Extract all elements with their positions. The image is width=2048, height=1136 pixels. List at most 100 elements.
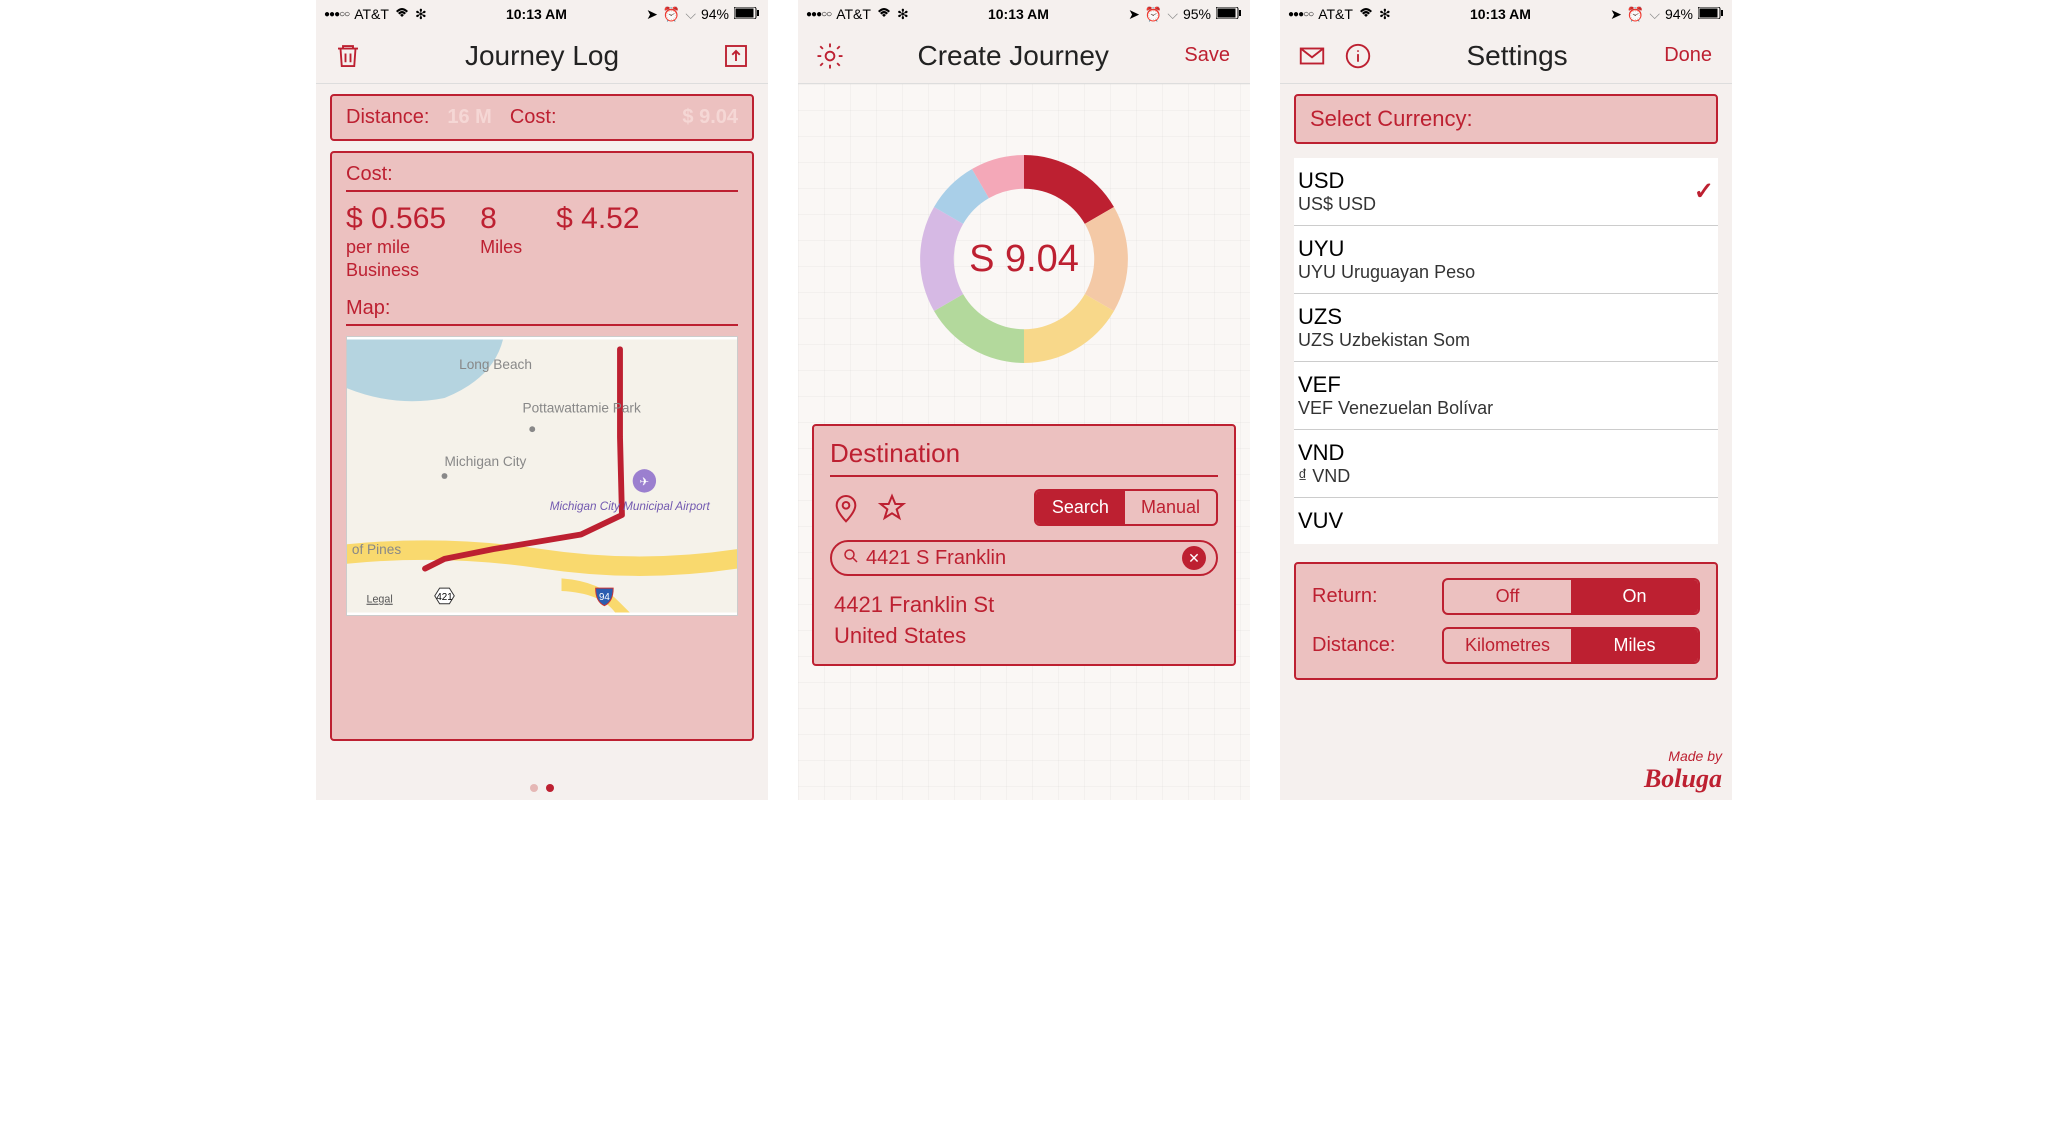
screen-settings: ●●●○○ AT&T ✻ 10:13 AM ➤ ⏰ ⌵ 94% Settings… <box>1280 0 1732 800</box>
wifi-icon <box>876 6 892 22</box>
currency-code: UZS <box>1298 304 1714 330</box>
alarm-icon: ⏰ <box>663 6 680 23</box>
currency-row[interactable]: UYU UYU Uruguayan Peso <box>1294 226 1718 294</box>
brand-small: Made by <box>1644 748 1722 764</box>
content: Distance: 16 M Cost: $ 9.04 Cost: $ 0.56… <box>316 84 768 800</box>
status-bar: ●●●○○ AT&T ✻ 10:13 AM ➤ ⏰ ⌵ 94% <box>316 0 768 28</box>
detail-box: Cost: $ 0.565 per mile Business 8 Miles … <box>330 151 754 741</box>
done-button[interactable]: Done <box>1658 44 1718 67</box>
page-dot[interactable] <box>530 784 538 792</box>
pin-icon[interactable] <box>830 492 862 524</box>
battery-pct: 94% <box>1665 6 1693 22</box>
currency-list[interactable]: USD US$ USD ✓ UYU UYU Uruguayan Peso UZS… <box>1294 158 1718 544</box>
svg-text:Long Beach: Long Beach <box>459 357 532 372</box>
return-off[interactable]: Off <box>1444 580 1571 613</box>
rate-value: $ 0.565 <box>346 202 446 236</box>
distance-km[interactable]: Kilometres <box>1444 629 1571 662</box>
summary-box: Distance: 16 M Cost: $ 9.04 <box>330 94 754 141</box>
activity-icon: ✻ <box>1379 6 1391 23</box>
return-label: Return: <box>1312 585 1442 608</box>
distance-mi[interactable]: Miles <box>1571 629 1698 662</box>
miles-value: 8 <box>480 202 522 236</box>
battery-pct: 95% <box>1183 6 1211 22</box>
content: Select Currency: USD US$ USD ✓ UYU UYU U… <box>1280 84 1732 800</box>
currency-desc: VEF Venezuelan Bolívar <box>1298 398 1714 419</box>
search-tab[interactable]: Search <box>1036 491 1125 524</box>
page-dot-active[interactable] <box>546 784 554 792</box>
location-icon: ➤ <box>1128 6 1140 23</box>
search-icon <box>842 547 860 570</box>
page-title: Settings <box>1376 40 1658 72</box>
svg-text:Michigan City: Michigan City <box>445 454 527 469</box>
miles-col: 8 Miles <box>480 202 522 283</box>
currency-row-usd[interactable]: USD US$ USD ✓ <box>1294 158 1718 226</box>
carrier-label: AT&T <box>836 6 871 22</box>
gear-icon[interactable] <box>812 38 848 74</box>
destination-title: Destination <box>830 438 1218 477</box>
currency-code: VND <box>1298 440 1714 466</box>
svg-text:421: 421 <box>436 592 452 603</box>
distance-label: Distance: <box>1312 634 1442 657</box>
save-button[interactable]: Save <box>1178 44 1236 67</box>
map[interactable]: ✈ Long Beach Pottawattamie Park Michigan… <box>346 336 738 616</box>
destination-box: Destination Search Manual 4421 S Frankli… <box>812 424 1236 666</box>
brand-logo: Boluga <box>1644 764 1722 794</box>
wifi-icon <box>1358 6 1374 22</box>
preferences-box: Return: Off On Distance: Kilometres Mile… <box>1294 562 1718 680</box>
currency-row[interactable]: VUV <box>1294 498 1718 544</box>
return-on[interactable]: On <box>1571 580 1698 613</box>
donut-amount: S 9.04 <box>969 238 1079 281</box>
status-bar: ●●●○○ AT&T ✻ 10:13 AM ➤ ⏰ ⌵ 94% <box>1280 0 1732 28</box>
currency-code: VEF <box>1298 372 1714 398</box>
status-time: 10:13 AM <box>506 6 567 22</box>
nav-bar: Journey Log <box>316 28 768 84</box>
clear-icon[interactable]: ✕ <box>1182 546 1206 570</box>
distance-label: Distance: <box>346 106 429 129</box>
page-title: Create Journey <box>848 40 1178 72</box>
manual-tab[interactable]: Manual <box>1125 491 1216 524</box>
currency-row[interactable]: UZS UZS Uzbekistan Som <box>1294 294 1718 362</box>
rate-type: Business <box>346 259 446 282</box>
info-icon[interactable] <box>1340 38 1376 74</box>
activity-icon: ✻ <box>897 6 909 23</box>
check-icon: ✓ <box>1694 177 1714 206</box>
svg-text:of Pines: of Pines <box>352 542 401 557</box>
currency-desc: UYU Uruguayan Peso <box>1298 262 1714 283</box>
signal-icon: ●●●○○ <box>324 9 349 20</box>
content: S 9.04 Destination Search Manual <box>798 84 1250 800</box>
distance-value: 16 M <box>447 106 491 129</box>
distance-toggle: Kilometres Miles <box>1442 627 1700 664</box>
battery-icon <box>1216 6 1242 22</box>
result-line1: 4421 Franklin St <box>834 590 1218 621</box>
currency-code: USD <box>1298 168 1694 194</box>
svg-text:94: 94 <box>599 592 610 603</box>
signal-icon: ●●●○○ <box>1288 9 1313 20</box>
battery-icon <box>734 6 760 22</box>
cost-label: Cost: <box>510 106 557 129</box>
location-icon: ➤ <box>646 6 658 23</box>
carrier-label: AT&T <box>1318 6 1353 22</box>
select-currency-header: Select Currency: <box>1294 94 1718 144</box>
location-icon: ➤ <box>1610 6 1622 23</box>
carrier-label: AT&T <box>354 6 389 22</box>
star-icon[interactable] <box>876 492 908 524</box>
status-bar: ●●●○○ AT&T ✻ 10:13 AM ➤ ⏰ ⌵ 95% <box>798 0 1250 28</box>
cost-value: $ 9.04 <box>682 106 738 129</box>
nav-bar: Settings Done <box>1280 28 1732 84</box>
result-line2: United States <box>834 621 1218 652</box>
upload-icon[interactable] <box>718 38 754 74</box>
currency-row[interactable]: VND ₫ VND <box>1294 430 1718 498</box>
mail-icon[interactable] <box>1294 38 1330 74</box>
cost-section-label: Cost: <box>346 163 738 192</box>
svg-text:Pottawattamie Park: Pottawattamie Park <box>523 400 641 415</box>
screen-create-journey: ●●●○○ AT&T ✻ 10:13 AM ➤ ⏰ ⌵ 95% Create J… <box>798 0 1250 800</box>
bluetooth-icon: ⌵ <box>685 6 696 23</box>
brand-mark: Made by Boluga <box>1644 748 1722 794</box>
search-value: 4421 S Franklin <box>866 547 1176 570</box>
currency-row[interactable]: VEF VEF Venezuelan Bolívar <box>1294 362 1718 430</box>
search-input[interactable]: 4421 S Franklin ✕ <box>830 540 1218 576</box>
search-result[interactable]: 4421 Franklin St United States <box>830 590 1218 652</box>
svg-text:Michigan City Municipal Airpor: Michigan City Municipal Airport <box>550 500 711 513</box>
battery-icon <box>1698 6 1724 22</box>
trash-icon[interactable] <box>330 38 366 74</box>
